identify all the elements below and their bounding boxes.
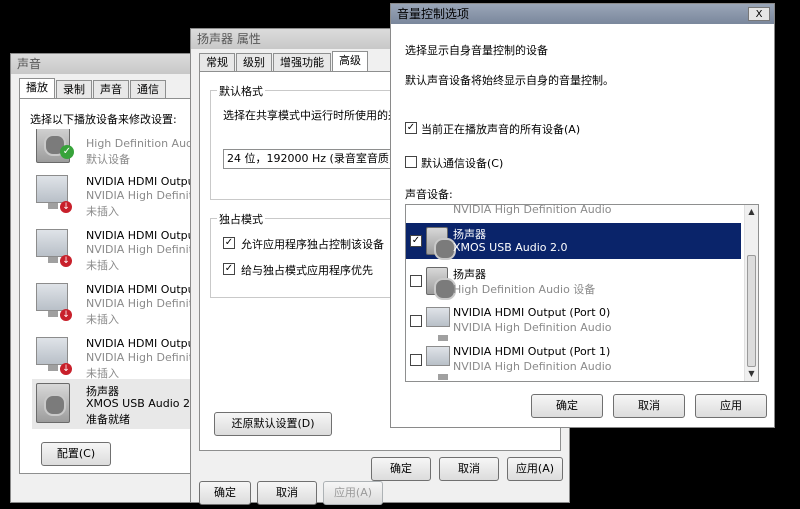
tab-communications[interactable]: 通信 — [130, 80, 166, 98]
restore-defaults-button[interactable]: 还原默认设置(D) — [214, 412, 332, 436]
device-name: NVIDIA HDMI Output — [86, 229, 199, 242]
sound-apply-button[interactable]: 应用(A) — [323, 481, 383, 505]
list-item[interactable]: 扬声器 High Definition Audio 设备 — [406, 263, 741, 300]
list-scrollbar[interactable]: ▲ ▼ — [744, 205, 758, 381]
volume-options-titlebar[interactable]: 音量控制选项 X — [391, 4, 774, 24]
exclusive-priority-checkbox[interactable]: ✓ — [223, 263, 235, 275]
volume-options-body: 选择显示自身音量控制的设备 默认声音设备将始终显示自身的音量控制。 ✓ 当前正在… — [391, 24, 774, 427]
speaker-icon — [426, 227, 456, 260]
exclusive-priority-label: 给与独占模式应用程序优先 — [241, 264, 373, 277]
close-icon: X — [755, 9, 763, 20]
device-item[interactable]: ↓ NVIDIA HDMI Output NVIDIA High Definit… — [32, 279, 210, 329]
properties-ok-button[interactable]: 确定 — [371, 457, 431, 481]
properties-tabs: 常规 级别 增强功能 高级 — [199, 51, 369, 71]
device-status: 准备就绪 — [86, 413, 130, 426]
device-checkbox[interactable] — [410, 275, 422, 287]
default-comm-checkbox[interactable] — [405, 156, 417, 168]
speaker-icon — [36, 383, 72, 423]
tab-general[interactable]: 常规 — [199, 53, 235, 71]
allow-exclusive-checkbox[interactable]: ✓ — [223, 237, 235, 249]
device-status: 未插入 — [86, 259, 119, 272]
device-item[interactable]: ↓ NVIDIA HDMI Output NVIDIA High Definit… — [32, 333, 210, 383]
volume-control-options-dialog: 音量控制选项 X 选择显示自身音量控制的设备 默认声音设备将始终显示自身的音量控… — [390, 3, 775, 428]
device-name: 扬声器 — [453, 268, 486, 281]
properties-apply-button[interactable]: 应用(A) — [507, 457, 563, 481]
device-model: NVIDIA High Definition Audio — [453, 204, 612, 216]
tab-advanced[interactable]: 高级 — [332, 51, 368, 71]
tab-playback[interactable]: 播放 — [19, 78, 55, 98]
device-model: XMOS USB Audio 2.0 — [453, 241, 568, 254]
device-name: NVIDIA HDMI Output (Port 0) — [453, 306, 611, 319]
device-item[interactable]: ↓ NVIDIA HDMI Output NVIDIA High Definit… — [32, 225, 210, 275]
volume-options-description-2: 默认声音设备将始终显示自身的音量控制。 — [405, 74, 614, 87]
default-comm-label: 默认通信设备(C) — [421, 157, 504, 170]
properties-cancel-button[interactable]: 取消 — [439, 457, 499, 481]
playback-device-list[interactable]: ✓ High Definition Audio 默认设备 ↓ NVIDIA HD… — [32, 129, 212, 429]
device-name: NVIDIA HDMI Output — [86, 337, 199, 350]
allow-exclusive-label: 允许应用程序独占控制该设备 — [241, 238, 384, 251]
device-model: NVIDIA High Definition Audio — [453, 360, 612, 373]
device-item[interactable]: 扬声器 XMOS USB Audio 2.0 准备就绪 — [32, 379, 202, 429]
unplugged-icon: ↓ — [60, 255, 72, 267]
scroll-down-icon[interactable]: ▼ — [745, 367, 758, 381]
list-item[interactable]: NVIDIA HDMI Output (Port 0) NVIDIA High … — [406, 303, 741, 341]
device-name: NVIDIA HDMI Output (Port 1) — [453, 345, 611, 358]
scroll-thumb[interactable] — [747, 255, 756, 367]
properties-title: 扬声器 属性 — [197, 32, 261, 46]
device-model: High Definition Audio — [86, 137, 203, 150]
device-checkbox[interactable] — [410, 354, 422, 366]
speaker-icon — [426, 267, 456, 300]
sound-ok-button[interactable]: 确定 — [199, 481, 251, 505]
device-status: 未插入 — [86, 205, 119, 218]
device-name: NVIDIA HDMI Output — [86, 175, 199, 188]
default-format-legend: 默认格式 — [217, 83, 265, 99]
tab-sounds[interactable]: 声音 — [93, 80, 129, 98]
sound-dialog-title: 声音 — [17, 57, 42, 71]
monitor-icon — [426, 346, 450, 380]
tab-enhancements[interactable]: 增强功能 — [273, 53, 331, 71]
unplugged-icon: ↓ — [60, 309, 72, 321]
device-checkbox[interactable]: ✓ — [410, 235, 422, 247]
volume-ok-button[interactable]: 确定 — [531, 394, 603, 418]
all-playing-checkbox[interactable]: ✓ — [405, 122, 417, 134]
close-button[interactable]: X — [748, 7, 770, 21]
device-model: High Definition Audio 设备 — [453, 283, 596, 296]
device-model: NVIDIA High Definition Audio — [453, 321, 612, 334]
device-checkbox[interactable] — [410, 315, 422, 327]
default-check-icon: ✓ — [60, 145, 74, 159]
device-item[interactable]: ✓ High Definition Audio 默认设备 — [32, 129, 203, 169]
list-item[interactable]: NVIDIA HDMI Output (Port 1) NVIDIA High … — [406, 342, 741, 380]
volume-cancel-button[interactable]: 取消 — [613, 394, 685, 418]
monitor-icon — [426, 307, 450, 341]
sound-devices-list[interactable]: NVIDIA High Definition Audio ✓ 扬声器 XMOS … — [405, 204, 759, 382]
volume-options-description-1: 选择显示自身音量控制的设备 — [405, 44, 548, 57]
sound-cancel-button[interactable]: 取消 — [257, 481, 317, 505]
configure-button[interactable]: 配置(C) — [41, 442, 111, 466]
list-item[interactable]: NVIDIA High Definition Audio — [406, 204, 741, 221]
exclusive-mode-legend: 独占模式 — [217, 211, 265, 227]
device-item[interactable]: ↓ NVIDIA HDMI Output NVIDIA High Definit… — [32, 171, 210, 221]
volume-apply-button[interactable]: 应用 — [695, 394, 767, 418]
sound-tabs: 播放 录制 声音 通信 — [19, 78, 167, 98]
unplugged-icon: ↓ — [60, 363, 72, 375]
device-name: NVIDIA HDMI Output — [86, 283, 199, 296]
playback-instruction: 选择以下播放设备来修改设置: — [30, 113, 177, 126]
device-status: 未插入 — [86, 313, 119, 326]
tab-recording[interactable]: 录制 — [56, 80, 92, 98]
volume-options-title: 音量控制选项 — [397, 7, 470, 21]
device-model: XMOS USB Audio 2.0 — [86, 397, 201, 410]
tab-levels[interactable]: 级别 — [236, 53, 272, 71]
all-playing-label: 当前正在播放声音的所有设备(A) — [421, 123, 581, 136]
unplugged-icon: ↓ — [60, 201, 72, 213]
device-name: 扬声器 — [453, 228, 486, 241]
device-status: 默认设备 — [86, 153, 130, 166]
sound-devices-label: 声音设备: — [405, 188, 453, 201]
scroll-up-icon[interactable]: ▲ — [745, 205, 758, 219]
list-item[interactable]: ✓ 扬声器 XMOS USB Audio 2.0 — [406, 223, 741, 260]
